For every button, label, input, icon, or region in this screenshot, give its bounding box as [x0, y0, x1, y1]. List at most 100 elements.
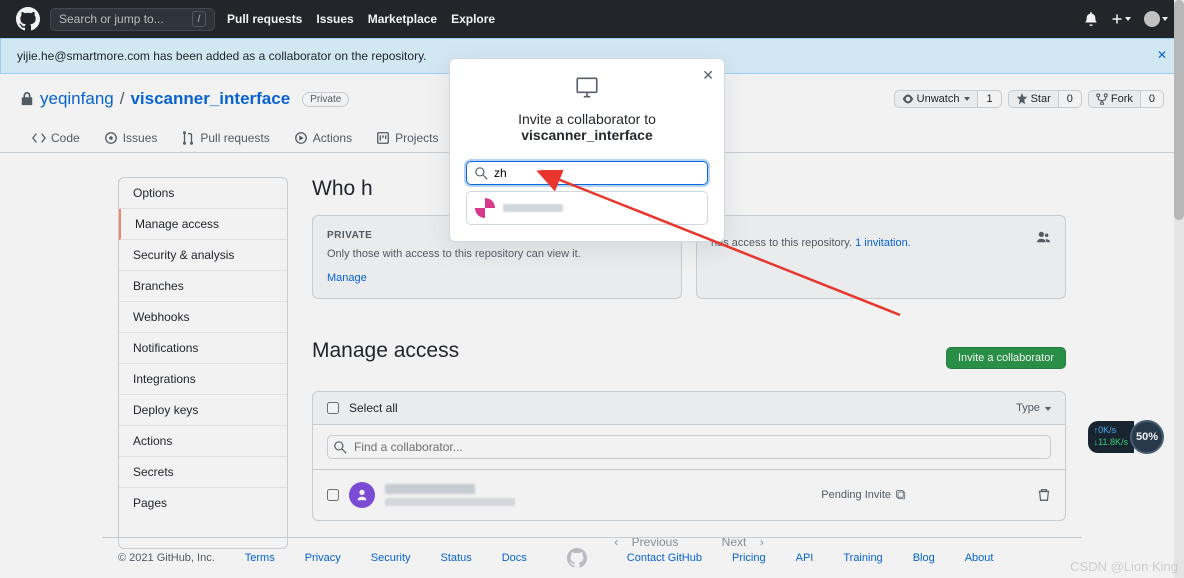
user-menu[interactable] [1144, 11, 1168, 27]
tab-projects[interactable]: Projects [364, 124, 450, 152]
people-icon [1037, 230, 1051, 244]
collaborators-list: Select all Type Pending Invite [312, 391, 1066, 521]
invite-collaborator-button[interactable]: Invite a collaborator [946, 347, 1066, 369]
repo-owner-link[interactable]: yeqinfang [40, 89, 114, 109]
global-search-input[interactable]: Search or jump to... / [50, 8, 215, 31]
type-filter-dropdown[interactable]: Type [1016, 402, 1051, 414]
visibility-badge: Private [302, 92, 349, 107]
repo-actions: Unwatch 1 Star 0 Fork 0 [894, 90, 1164, 108]
result-name [503, 204, 563, 212]
scrollbar-track[interactable] [1174, 0, 1184, 578]
search-icon [475, 167, 488, 180]
collaborator-search-input[interactable] [494, 166, 699, 180]
bell-icon[interactable] [1084, 12, 1098, 26]
star-icon [1016, 93, 1028, 105]
tab-issues[interactable]: Issues [92, 124, 170, 152]
repo-name-link[interactable]: viscanner_interface [130, 89, 290, 109]
footer-pricing[interactable]: Pricing [732, 552, 766, 564]
play-icon [294, 131, 308, 145]
footer-status[interactable]: Status [441, 552, 472, 564]
find-collaborator-input[interactable] [327, 435, 1051, 459]
code-icon [32, 131, 46, 145]
nav-marketplace[interactable]: Marketplace [368, 12, 437, 26]
nav-pull-requests[interactable]: Pull requests [227, 12, 302, 26]
search-result-item[interactable] [466, 191, 708, 225]
unwatch-button[interactable]: Unwatch 1 [894, 90, 1002, 108]
modal-close-button[interactable]: ✕ [702, 67, 714, 84]
repo-title: yeqinfang / viscanner_interface Private [20, 89, 349, 109]
tab-pulls[interactable]: Pull requests [169, 124, 281, 152]
manage-access-heading: Manage access [312, 339, 459, 363]
trash-icon[interactable] [1037, 488, 1051, 502]
watermark: CSDN @Lion King [1070, 559, 1178, 574]
pull-request-icon [181, 131, 195, 145]
global-header: Search or jump to... / Pull requests Iss… [0, 0, 1184, 38]
footer-security[interactable]: Security [371, 552, 411, 564]
row-checkbox[interactable] [327, 489, 339, 501]
avatar-icon [1144, 11, 1160, 27]
fork-button[interactable]: Fork 0 [1088, 90, 1164, 108]
issue-icon [104, 131, 118, 145]
collaborator-avatar [349, 482, 375, 508]
footer-privacy[interactable]: Privacy [305, 552, 341, 564]
tab-actions[interactable]: Actions [282, 124, 364, 152]
sidebar-item-notifications[interactable]: Notifications [119, 333, 287, 364]
pending-invite-badge: Pending Invite [821, 489, 907, 501]
flash-message: yijie.he@smartmore.com has been added as… [17, 49, 427, 63]
sidebar-item-integrations[interactable]: Integrations [119, 364, 287, 395]
footer-contact[interactable]: Contact GitHub [627, 552, 702, 564]
path-separator: / [120, 89, 125, 109]
project-icon [376, 131, 390, 145]
access-summary-text: has access to this repository. 1 invitat… [711, 236, 1051, 251]
footer-blog[interactable]: Blog [913, 552, 935, 564]
github-mark-icon[interactable] [567, 548, 587, 568]
modal-title: Invite a collaborator to viscanner_inter… [466, 111, 708, 143]
footer-terms[interactable]: Terms [245, 552, 275, 564]
scrollbar-thumb[interactable] [1174, 0, 1184, 220]
footer-about[interactable]: About [965, 552, 994, 564]
nav-explore[interactable]: Explore [451, 12, 495, 26]
sidebar-item-deploy-keys[interactable]: Deploy keys [119, 395, 287, 426]
copy-icon[interactable] [895, 489, 907, 501]
nav-issues[interactable]: Issues [316, 12, 353, 26]
slash-key-icon: / [192, 11, 206, 27]
select-all-checkbox[interactable] [327, 402, 339, 414]
upload-speed: ↑0K/s [1094, 425, 1128, 437]
sidebar-item-branches[interactable]: Branches [119, 271, 287, 302]
invitation-link[interactable]: 1 invitation. [855, 237, 911, 249]
footer-training[interactable]: Training [843, 552, 882, 564]
speed-percentage: 50% [1130, 420, 1164, 454]
collaborator-info [385, 484, 515, 506]
footer-docs[interactable]: Docs [502, 552, 527, 564]
github-logo-icon[interactable] [16, 7, 40, 31]
manage-link[interactable]: Manage [327, 272, 367, 284]
tab-code[interactable]: Code [20, 124, 92, 152]
lock-icon [20, 92, 34, 106]
result-avatar-icon [475, 198, 495, 218]
nav-links: Pull requests Issues Marketplace Explore [227, 12, 495, 26]
visibility-text: Only those with access to this repositor… [327, 247, 667, 262]
settings-sidebar: Options Manage access Security & analysi… [118, 177, 288, 549]
sidebar-item-pages[interactable]: Pages [119, 488, 287, 518]
search-placeholder: Search or jump to... [59, 12, 164, 26]
list-search-row [313, 425, 1065, 470]
sidebar-item-actions[interactable]: Actions [119, 426, 287, 457]
footer-api[interactable]: API [796, 552, 814, 564]
flash-close-button[interactable]: ✕ [1157, 48, 1167, 62]
header-right [1084, 11, 1168, 27]
modal-search-box[interactable] [466, 161, 708, 185]
desktop-icon [574, 75, 600, 101]
select-all-label: Select all [349, 401, 398, 415]
download-speed: ↓11.8K/s [1094, 437, 1128, 449]
plus-menu[interactable] [1111, 13, 1131, 25]
sidebar-item-security-analysis[interactable]: Security & analysis [119, 240, 287, 271]
search-icon [334, 441, 347, 454]
sidebar-item-secrets[interactable]: Secrets [119, 457, 287, 488]
sidebar-item-webhooks[interactable]: Webhooks [119, 302, 287, 333]
collaborator-row: Pending Invite [313, 470, 1065, 520]
access-summary-card: has access to this repository. 1 invitat… [696, 215, 1066, 299]
sidebar-item-manage-access[interactable]: Manage access [119, 209, 287, 240]
list-header: Select all Type [313, 392, 1065, 425]
star-button[interactable]: Star 0 [1008, 90, 1082, 108]
sidebar-item-options[interactable]: Options [119, 178, 287, 209]
